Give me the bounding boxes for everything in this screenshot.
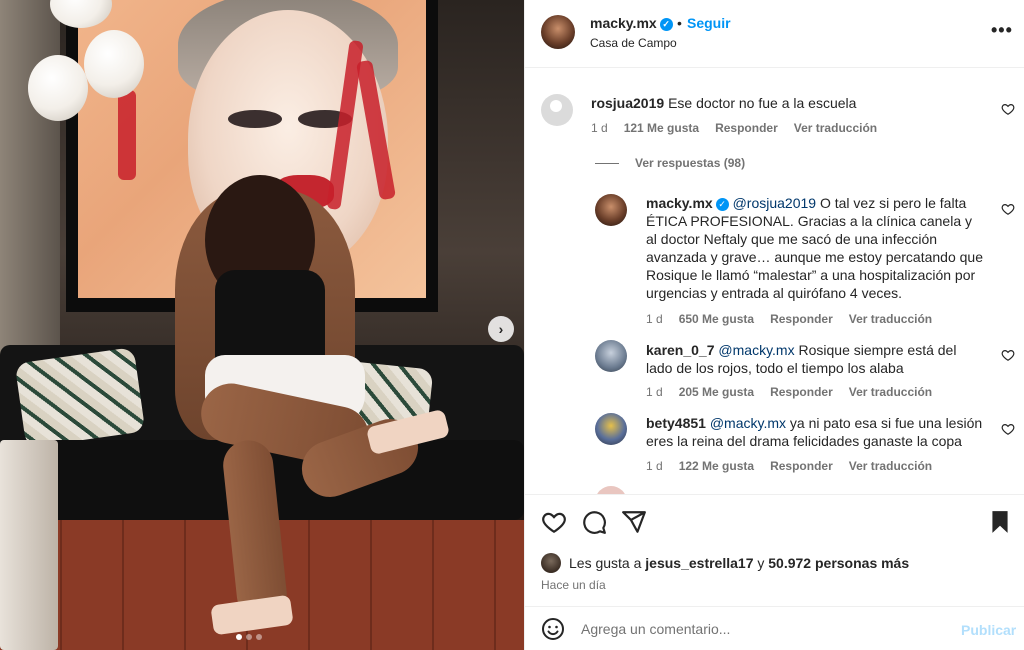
post-actions: Les gusta a jesus_estrella17 y 50.972 pe… [525, 494, 1024, 606]
reply-text: bety4851 @macky.mx ya ni pato esa si fue… [646, 414, 986, 450]
heart-icon[interactable] [1001, 202, 1015, 216]
reply-time[interactable]: 1 d [646, 312, 663, 326]
reply-meta: 1 d 122 Me gusta Responder Ver traducció… [646, 459, 932, 473]
reply-meta: 1 d 205 Me gusta Responder Ver traducció… [646, 385, 932, 399]
author-username-text[interactable]: macky.mx [590, 15, 657, 31]
post-location[interactable]: Casa de Campo [590, 36, 677, 50]
verified-icon: ✓ [659, 17, 673, 31]
comment-likes[interactable]: 121 Me gusta [624, 121, 699, 135]
next-photo-button[interactable]: › [488, 316, 514, 342]
painting-eye [228, 110, 282, 128]
avatar[interactable] [541, 553, 561, 573]
header-separator: • [677, 15, 682, 31]
reply-mention[interactable]: @macky.mx [710, 415, 786, 431]
reply-username[interactable]: karen_0_7 [646, 342, 715, 358]
heart-icon[interactable] [541, 509, 567, 535]
reply-likes[interactable]: 122 Me gusta [679, 459, 754, 473]
translate-button[interactable]: Ver traducción [849, 312, 932, 326]
comment-time[interactable]: 1 d [591, 121, 608, 135]
carousel-dot [256, 634, 262, 640]
reply-button[interactable]: Responder [770, 385, 833, 399]
reply-username[interactable]: macky.mx [646, 195, 713, 211]
emoji-icon[interactable] [541, 617, 565, 641]
post-side-panel: macky.mx ✓ • Seguir Casa de Campo ••• ros… [524, 0, 1024, 650]
translate-button[interactable]: Ver traducción [794, 121, 877, 135]
comment-text: rosjua2019 Ese doctor no fue a la escuel… [591, 94, 971, 112]
likes-user[interactable]: jesus_estrella17 [645, 555, 753, 571]
reply-button[interactable]: Responder [770, 312, 833, 326]
carousel-dot [246, 634, 252, 640]
more-icon[interactable]: ••• [991, 20, 1013, 41]
carousel-dots [236, 634, 262, 640]
chevron-right-icon: › [498, 321, 504, 337]
post-photo[interactable]: › [0, 0, 524, 650]
reply-mention[interactable]: @macky.mx [718, 342, 794, 358]
comment-icon[interactable] [581, 509, 607, 535]
reply-time[interactable]: 1 d [646, 385, 663, 399]
reply-meta: 1 d 650 Me gusta Responder Ver traducció… [646, 312, 932, 326]
reply-button[interactable]: Responder [770, 459, 833, 473]
avatar[interactable] [541, 15, 575, 49]
comments-list[interactable]: rosjua2019 Ese doctor no fue a la escuel… [525, 68, 1024, 494]
comment-body: Ese doctor no fue a la escuela [668, 95, 857, 111]
replies-divider [595, 162, 619, 164]
post-header: macky.mx ✓ • Seguir Casa de Campo ••• [525, 0, 1024, 68]
comment-meta: 1 d 121 Me gusta Responder Ver traducció… [591, 121, 877, 135]
reply-text: macky.mx ✓ @rosjua2019 O tal vez si pero … [646, 194, 986, 302]
reply-mention[interactable]: @rosjua2019 [733, 195, 817, 211]
reply-text: karen_0_7 @macky.mx Rosique siempre está… [646, 341, 986, 377]
likes-connector: y [757, 555, 765, 571]
avatar[interactable] [595, 486, 627, 494]
photo-lamp [84, 30, 144, 98]
reply-likes[interactable]: 205 Me gusta [679, 385, 754, 399]
photo-side-table [0, 440, 58, 650]
post-time[interactable]: Hace un día [541, 578, 606, 592]
reply-likes[interactable]: 650 Me gusta [679, 312, 754, 326]
reply-username[interactable]: bety4851 [646, 415, 706, 431]
likes-summary: Les gusta a jesus_estrella17 y 50.972 pe… [569, 555, 909, 571]
translate-button[interactable]: Ver traducción [849, 459, 932, 473]
likes-others[interactable]: 50.972 personas más [768, 555, 909, 571]
avatar[interactable] [595, 340, 627, 372]
verified-icon: ✓ [715, 197, 729, 211]
share-icon[interactable] [621, 509, 647, 535]
reply-time[interactable]: 1 d [646, 459, 663, 473]
avatar[interactable] [595, 194, 627, 226]
translate-button[interactable]: Ver traducción [849, 385, 932, 399]
post-comment-button[interactable]: Publicar [961, 622, 1016, 638]
view-replies-button[interactable]: Ver respuestas (98) [595, 156, 745, 170]
follow-button[interactable]: Seguir [687, 15, 731, 31]
carousel-dot [236, 634, 242, 640]
heart-icon[interactable] [1001, 422, 1015, 436]
avatar[interactable] [541, 94, 573, 126]
likes-prefix: Les gusta a [569, 555, 642, 571]
comment-input[interactable] [581, 617, 941, 641]
bookmark-icon[interactable] [987, 509, 1013, 535]
avatar[interactable] [595, 413, 627, 445]
add-comment-bar: Publicar [525, 606, 1024, 650]
view-replies-label[interactable]: Ver respuestas (98) [635, 156, 745, 170]
painting-stroke [118, 90, 136, 180]
heart-icon[interactable] [1001, 102, 1015, 116]
photo-lamp [28, 55, 88, 121]
reply-button[interactable]: Responder [715, 121, 778, 135]
author-username[interactable]: macky.mx ✓ [590, 15, 673, 31]
heart-icon[interactable] [1001, 348, 1015, 362]
photo-pillow [14, 347, 146, 448]
comment-username[interactable]: rosjua2019 [591, 95, 664, 111]
